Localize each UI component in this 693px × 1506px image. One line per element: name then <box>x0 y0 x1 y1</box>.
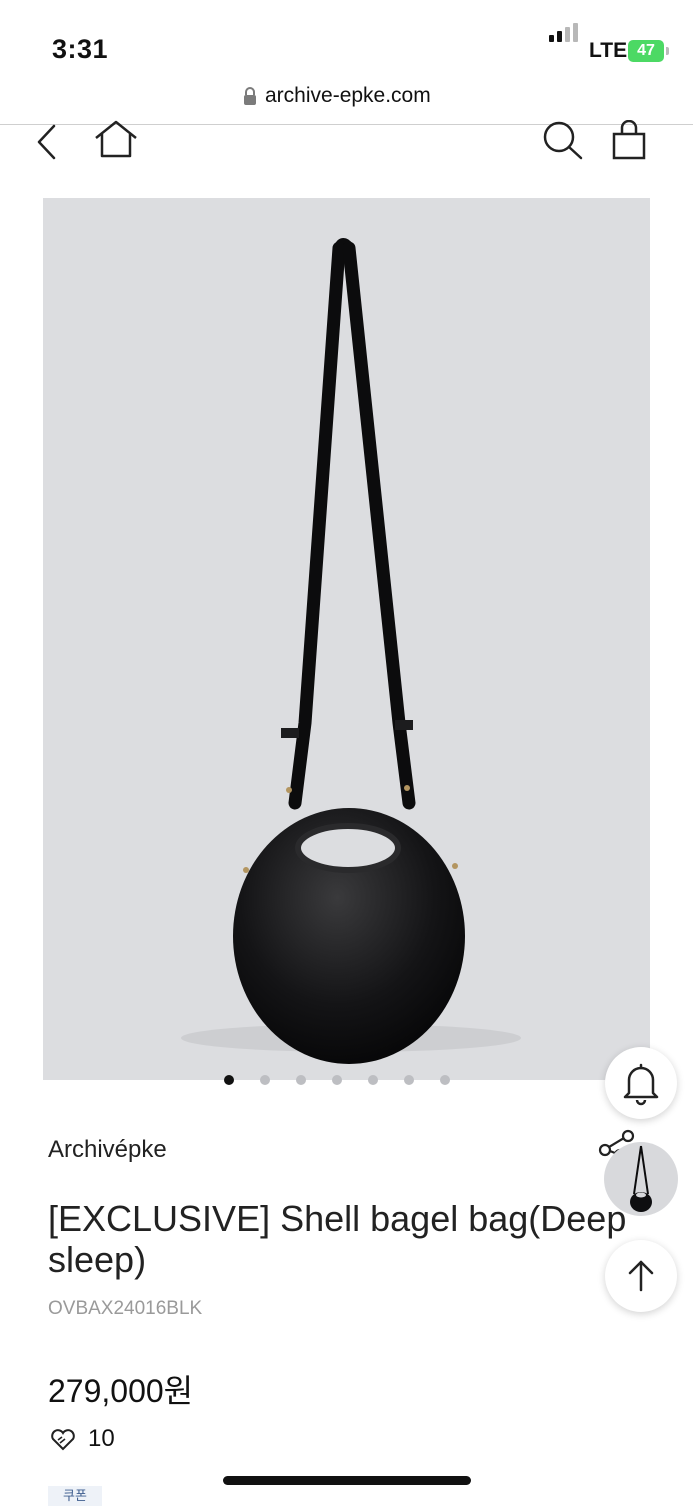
product-image[interactable] <box>43 198 650 1080</box>
url-text[interactable]: archive-epke.com <box>265 84 431 108</box>
home-icon[interactable] <box>92 118 140 162</box>
bell-icon <box>623 1063 659 1106</box>
bag-illustration <box>181 238 521 1064</box>
product-price: 279,000원 <box>48 1373 194 1409</box>
status-time: 3:31 <box>52 34 109 64</box>
network-label: LTE <box>589 39 628 62</box>
heart-icon[interactable] <box>50 1428 76 1452</box>
shopping-bag-icon[interactable] <box>610 120 648 162</box>
back-icon[interactable] <box>30 120 66 164</box>
like-count: 10 <box>88 1425 115 1452</box>
gallery-dot[interactable] <box>404 1075 414 1085</box>
gallery-dot[interactable] <box>224 1075 234 1085</box>
coupon-badge[interactable]: 쿠폰 <box>48 1486 102 1506</box>
lock-icon <box>244 87 256 105</box>
gallery-dot[interactable] <box>440 1075 450 1085</box>
notification-button[interactable] <box>605 1047 677 1119</box>
brand-name[interactable]: Archivépke <box>48 1136 167 1164</box>
gallery-dot[interactable] <box>332 1075 342 1085</box>
gallery-dot[interactable] <box>368 1075 378 1085</box>
product-title: [EXCLUSIVE] Shell bagel bag(Deep sleep) <box>48 1198 627 1280</box>
product-sku: OVBAX24016BLK <box>48 1298 203 1319</box>
battery-cap <box>666 47 669 55</box>
search-icon[interactable] <box>540 118 586 162</box>
status-bar: 3:31 LTE 47 <box>0 0 693 80</box>
gallery-dot[interactable] <box>296 1075 306 1085</box>
battery-level: 47 <box>637 42 655 59</box>
home-indicator[interactable] <box>223 1476 471 1485</box>
battery-icon: 47 <box>628 40 664 62</box>
gallery-dot[interactable] <box>260 1075 270 1085</box>
